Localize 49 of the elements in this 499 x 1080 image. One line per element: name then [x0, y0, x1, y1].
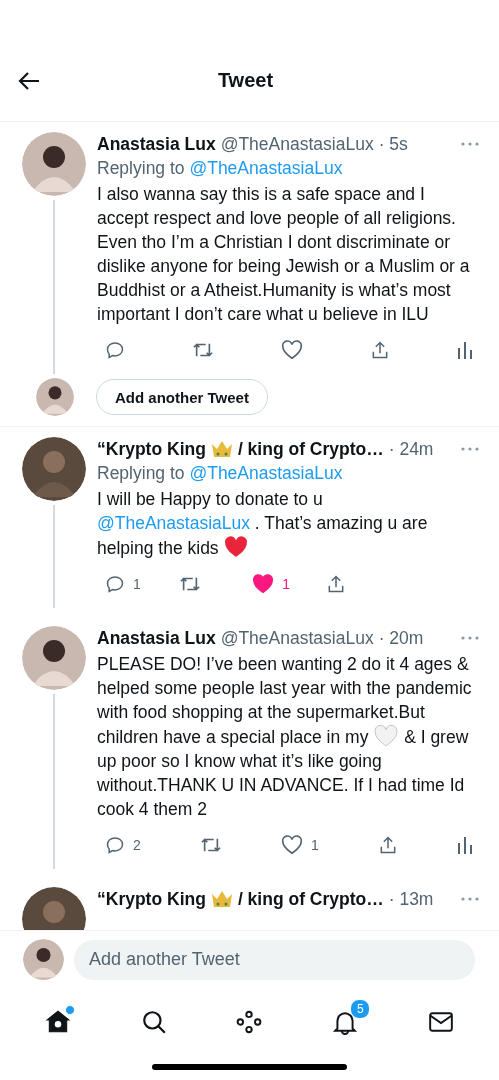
heart-icon[interactable]: [281, 340, 303, 360]
tweet-text: I also wanna say this is a safe space and I accept respect and love people of all religions. Even tho I’m a Christian I dont discriminate or dislike anyone for being Jewish or a Muslim or a Buddhist or a Atheist.Humanity is what’s most important I don’t care what u believe in ILU: [97, 183, 471, 326]
author-name[interactable]: Anastasia Lux: [97, 627, 216, 649]
analytics-icon[interactable]: [457, 340, 473, 360]
circles-icon[interactable]: [236, 1009, 263, 1035]
tweet-time: · 20m: [378, 627, 424, 649]
notification-badge: 5: [350, 999, 371, 1019]
replying-label: Replying to: [97, 463, 185, 483]
more-icon[interactable]: [461, 897, 479, 901]
tweet-input-field[interactable]: Add another Tweet: [74, 939, 475, 980]
heart-icon[interactable]: [281, 835, 303, 855]
author-handle: @TheAnastasiaLux: [220, 133, 374, 155]
tweet-time: · 5s: [378, 133, 408, 155]
tweet-time: · 24m: [388, 438, 434, 460]
crown-icon: [209, 439, 234, 459]
tweet-text: PLEASE DO! I’ve been wanting 2 do it 4 ages & helped some people last year with the pandemic with food shopping at the supermarket.But children have a special place in my & I grew up poor so I know what it’s like going without.THANK U IN ADVANCE. If I had time Id cook 4 them 2: [97, 653, 473, 821]
heart-icon[interactable]: [252, 574, 275, 594]
reply-icon[interactable]: [105, 835, 125, 855]
action-count: 2: [133, 837, 141, 853]
author-name[interactable]: Anastasia Lux: [97, 133, 216, 155]
search-icon[interactable]: [140, 1009, 167, 1035]
action-count: 1: [282, 576, 290, 592]
back-arrow-icon[interactable]: [18, 70, 40, 91]
more-icon[interactable]: [461, 142, 479, 146]
analytics-icon[interactable]: [456, 835, 473, 855]
crown-icon: [209, 889, 234, 909]
author-handle: @TheAnastasiaLux: [220, 627, 374, 649]
share-icon[interactable]: [370, 340, 390, 360]
replying-label: Replying to: [97, 158, 185, 178]
envelope-icon[interactable]: [428, 1009, 455, 1035]
tweet-time: · 13m: [388, 888, 434, 910]
avatar[interactable]: [22, 132, 86, 196]
reply-icon[interactable]: [105, 574, 125, 594]
avatar[interactable]: [22, 626, 86, 690]
tweet-text: I will be Happy to donate to u @TheAnastasiaLux . That’s amazing u are helping the kids: [97, 488, 429, 560]
avatar[interactable]: [22, 437, 86, 501]
avatar[interactable]: [36, 378, 74, 416]
action-count: 1: [133, 576, 141, 592]
more-icon[interactable]: [461, 636, 479, 640]
avatar[interactable]: [23, 939, 64, 980]
action-count: 1: [311, 837, 319, 853]
page-title: Tweet: [216, 68, 275, 92]
author-name[interactable]: “Krypto King / king of Crypto…: [97, 438, 384, 460]
add-tweet-button[interactable]: Add another Tweet: [96, 379, 268, 415]
bell-icon[interactable]: [332, 1009, 359, 1035]
reply-icon[interactable]: [105, 340, 125, 360]
author-name[interactable]: “Krypto King / king of Crypto…: [97, 888, 384, 910]
home-icon[interactable]: [44, 1009, 71, 1035]
more-icon[interactable]: [461, 447, 479, 451]
